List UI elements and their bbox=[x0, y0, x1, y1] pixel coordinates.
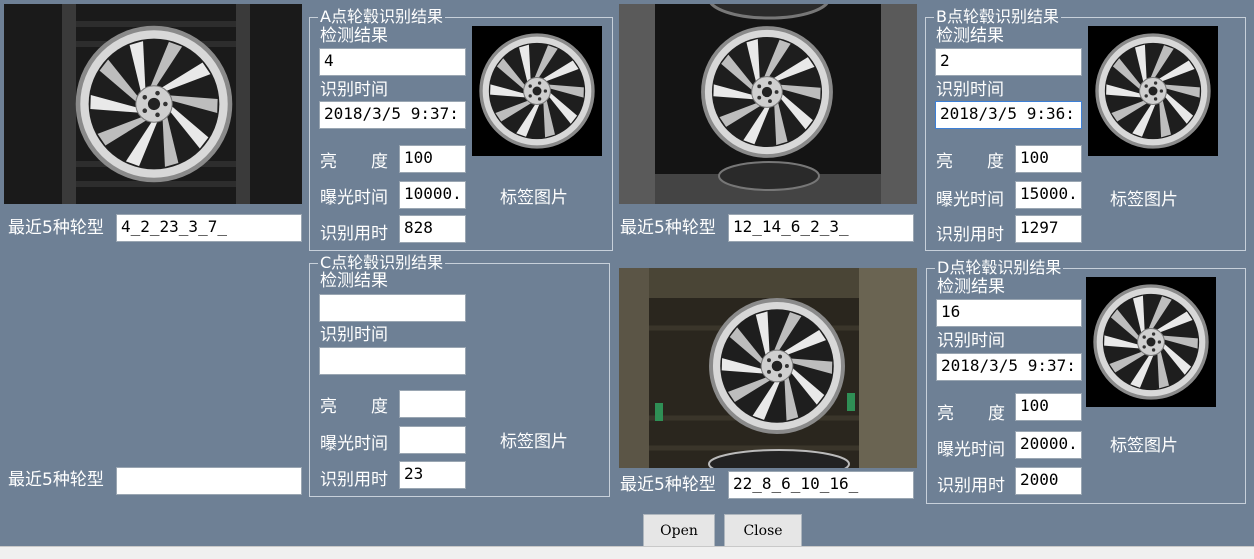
wheel-image bbox=[709, 298, 845, 434]
panel-c-time-field[interactable] bbox=[319, 347, 466, 375]
panel-c-recent-field[interactable] bbox=[116, 467, 302, 495]
panel-b-time-label: 识别时间 bbox=[936, 80, 1004, 100]
panel-d-exposure-field[interactable]: 20000. bbox=[1015, 431, 1082, 459]
camera-image-b bbox=[619, 4, 917, 204]
panel-d-recent-label: 最近5种轮型 bbox=[620, 475, 716, 495]
panel-a-duration-field[interactable]: 828 bbox=[399, 215, 466, 243]
panel-c-brightness-label: 亮 度 bbox=[320, 397, 388, 417]
camera-image-c bbox=[619, 268, 917, 468]
panel-d-tag-image bbox=[1086, 277, 1216, 407]
panel-d-time-field[interactable]: 2018/3/5 9:37: bbox=[936, 353, 1082, 381]
panel-b-result-field[interactable]: 2 bbox=[935, 48, 1082, 76]
wheel-image bbox=[701, 26, 833, 158]
panel-a-brightness-field[interactable]: 100 bbox=[399, 145, 466, 173]
panel-c-duration-label: 识别用时 bbox=[320, 470, 388, 490]
wheel-image bbox=[1093, 284, 1209, 400]
panel-c-tag-label: 标签图片 bbox=[500, 432, 568, 452]
wheel-image bbox=[479, 33, 595, 149]
panel-b-duration-label: 识别用时 bbox=[936, 225, 1004, 245]
panel-d-exposure-label: 曝光时间 bbox=[937, 440, 1005, 460]
panel-b-tag-image bbox=[1088, 26, 1218, 156]
panel-b-time-field[interactable]: 2018/3/5 9:36: bbox=[935, 101, 1082, 129]
wheel-image bbox=[1095, 33, 1211, 149]
panel-a-recent-label: 最近5种轮型 bbox=[8, 218, 104, 238]
panel-a-time-label: 识别时间 bbox=[320, 80, 388, 100]
panel-b-duration-field[interactable]: 1297 bbox=[1015, 215, 1082, 243]
close-button[interactable]: Close bbox=[724, 514, 802, 548]
open-button[interactable]: Open bbox=[643, 514, 715, 548]
panel-d-title: D点轮毂识别结果 bbox=[935, 258, 1064, 277]
panel-a-duration-label: 识别用时 bbox=[320, 224, 388, 244]
panel-d-time-label: 识别时间 bbox=[937, 331, 1005, 351]
camera-image-a bbox=[4, 4, 302, 204]
panel-c-recent-label: 最近5种轮型 bbox=[8, 470, 104, 490]
panel-b-result-label: 检测结果 bbox=[936, 26, 1004, 46]
panel-b-title: B点轮毂识别结果 bbox=[934, 7, 1061, 26]
panel-a-brightness-label: 亮 度 bbox=[320, 152, 388, 172]
panel-a-time-field[interactable]: 2018/3/5 9:37: bbox=[319, 101, 466, 129]
panel-d-recent-field[interactable]: 22_8_6_10_16_ bbox=[728, 471, 914, 499]
panel-c-exposure-field[interactable] bbox=[399, 426, 466, 454]
panel-b-tag-label: 标签图片 bbox=[1110, 190, 1178, 210]
panel-c-duration-field[interactable]: 23 bbox=[399, 461, 466, 489]
panel-a-tag-image bbox=[472, 26, 602, 156]
panel-c-time-label: 识别时间 bbox=[320, 325, 388, 345]
panel-d-brightness-field[interactable]: 100 bbox=[1015, 393, 1082, 421]
panel-c-title: C点轮毂识别结果 bbox=[318, 253, 446, 272]
panel-a-exposure-field[interactable]: 10000. bbox=[399, 181, 466, 209]
panel-d-result-label: 检测结果 bbox=[937, 277, 1005, 297]
panel-c-result-field[interactable] bbox=[319, 294, 466, 322]
panel-d-duration-field[interactable]: 2000 bbox=[1015, 467, 1082, 495]
taskbar bbox=[0, 546, 1254, 559]
wheel-image bbox=[75, 25, 233, 183]
panel-b-exposure-field[interactable]: 15000. bbox=[1015, 181, 1082, 209]
panel-a-recent-field[interactable]: 4_2_23_3_7_ bbox=[116, 214, 302, 242]
panel-b-recent-label: 最近5种轮型 bbox=[620, 218, 716, 238]
panel-c-exposure-label: 曝光时间 bbox=[320, 434, 388, 454]
panel-a-tag-label: 标签图片 bbox=[500, 188, 568, 208]
panel-b-brightness-label: 亮 度 bbox=[936, 152, 1004, 172]
panel-a-exposure-label: 曝光时间 bbox=[320, 188, 388, 208]
panel-d-tag-label: 标签图片 bbox=[1110, 436, 1178, 456]
panel-b-brightness-field[interactable]: 100 bbox=[1015, 145, 1082, 173]
panel-d-duration-label: 识别用时 bbox=[937, 476, 1005, 496]
panel-a-title: A点轮毂识别结果 bbox=[318, 7, 445, 26]
panel-a-result-field[interactable]: 4 bbox=[319, 48, 466, 76]
panel-c-result-label: 检测结果 bbox=[320, 271, 388, 291]
panel-d-brightness-label: 亮 度 bbox=[937, 404, 1005, 424]
panel-b-recent-field[interactable]: 12_14_6_2_3_ bbox=[728, 214, 914, 242]
panel-c-brightness-field[interactable] bbox=[399, 390, 466, 418]
panel-a-result-label: 检测结果 bbox=[320, 26, 388, 46]
panel-b-exposure-label: 曝光时间 bbox=[936, 190, 1004, 210]
panel-d-result-field[interactable]: 16 bbox=[936, 299, 1082, 327]
